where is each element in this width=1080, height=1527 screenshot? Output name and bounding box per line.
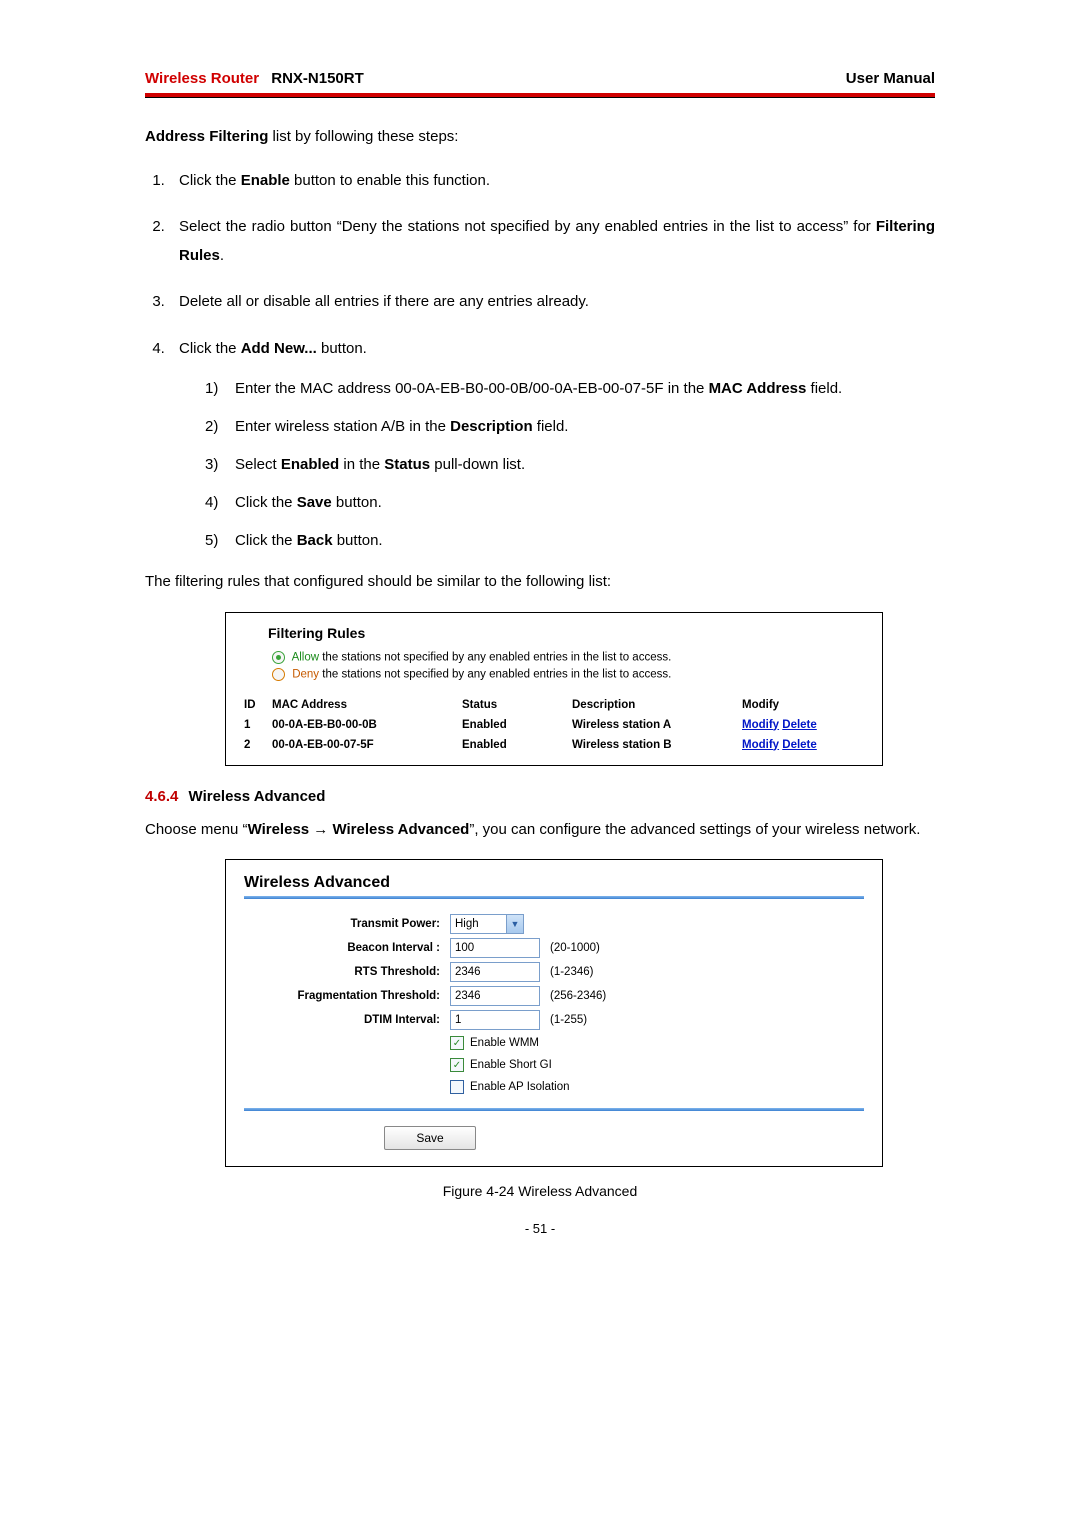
filtering-rules-figure: Filtering Rules Allow the stations not s…	[225, 612, 883, 766]
enable-ap-isolation-label: Enable AP Isolation	[470, 1081, 570, 1093]
radio-selected-icon	[272, 651, 285, 664]
enable-wmm-row[interactable]: ✓ Enable WMM	[244, 1034, 864, 1052]
substep-3: Select Enabled in the Status pull-down l…	[205, 453, 935, 477]
dtim-interval-label: DTIM Interval:	[244, 1014, 444, 1026]
enable-ap-isolation-row[interactable]: Enable AP Isolation	[244, 1078, 864, 1096]
step-2: Select the radio button “Deny the statio…	[169, 213, 935, 270]
beacon-interval-label: Beacon Interval :	[244, 942, 444, 954]
step-4: Click the Add New... button. Enter the M…	[169, 335, 935, 554]
rts-range: (1-2346)	[546, 966, 656, 978]
allow-radio-row[interactable]: Allow the stations not specified by any …	[272, 651, 864, 664]
step-3: Delete all or disable all entries if the…	[169, 288, 935, 317]
transmit-power-select[interactable]: High ▼	[450, 914, 524, 934]
col-mac: MAC Address	[272, 695, 462, 715]
substeps-list: Enter the MAC address 00-0A-EB-B0-00-0B/…	[179, 377, 935, 553]
brand-label: Wireless Router	[145, 70, 259, 87]
page-number: - 51 -	[145, 1221, 935, 1236]
frag-threshold-input[interactable]: 2346	[450, 986, 540, 1006]
frag-threshold-label: Fragmentation Threshold:	[244, 990, 444, 1002]
modify-link[interactable]: Modify	[742, 739, 779, 751]
section-title: Wireless Advanced	[189, 788, 326, 805]
step-1: Click the Enable button to enable this f…	[169, 167, 935, 196]
header-rule	[145, 93, 935, 98]
manual-label: User Manual	[846, 70, 935, 87]
col-id: ID	[244, 695, 272, 715]
radio-unselected-icon	[272, 668, 285, 681]
intro-line: Address Filtering list by following thes…	[145, 126, 935, 149]
save-button[interactable]: Save	[384, 1126, 476, 1150]
dropdown-arrow-icon: ▼	[506, 915, 523, 933]
frag-range: (256-2346)	[546, 990, 656, 1002]
page-header: Wireless Router RNX-N150RT User Manual	[145, 70, 935, 93]
substep-2: Enter wireless station A/B in the Descri…	[205, 415, 935, 439]
col-desc: Description	[572, 695, 742, 715]
beacon-range: (20-1000)	[546, 942, 656, 954]
modify-link[interactable]: Modify	[742, 719, 779, 731]
filtering-table: ID MAC Address Status Description Modify…	[244, 695, 864, 755]
mid-text: The filtering rules that configured shou…	[145, 571, 935, 594]
model-label: RNX-N150RT	[271, 70, 364, 87]
rts-threshold-label: RTS Threshold:	[244, 966, 444, 978]
table-row: 2 00-0A-EB-00-07-5F Enabled Wireless sta…	[244, 735, 864, 755]
beacon-interval-input[interactable]: 100	[450, 938, 540, 958]
dtim-interval-input[interactable]: 1	[450, 1010, 540, 1030]
enable-short-gi-label: Enable Short GI	[470, 1059, 552, 1071]
wireless-advanced-title: Wireless Advanced	[244, 874, 864, 892]
checkbox-unchecked-icon	[450, 1080, 464, 1094]
steps-list: Click the Enable button to enable this f…	[145, 167, 935, 554]
address-filtering-label: Address Filtering	[145, 128, 268, 145]
enable-wmm-label: Enable WMM	[470, 1037, 539, 1049]
section-paragraph: Choose menu “Wireless → Wireless Advance…	[145, 819, 935, 842]
delete-link[interactable]: Delete	[782, 739, 817, 751]
filtering-rules-title: Filtering Rules	[268, 625, 864, 641]
section-heading: 4.6.4 Wireless Advanced	[145, 788, 935, 805]
substep-1: Enter the MAC address 00-0A-EB-B0-00-0B/…	[205, 377, 935, 401]
delete-link[interactable]: Delete	[782, 719, 817, 731]
checkbox-checked-icon: ✓	[450, 1036, 464, 1050]
blue-rule	[244, 896, 864, 902]
wireless-advanced-figure: Wireless Advanced Transmit Power: High ▼…	[225, 859, 883, 1167]
checkbox-checked-icon: ✓	[450, 1058, 464, 1072]
table-row: 1 00-0A-EB-B0-00-0B Enabled Wireless sta…	[244, 715, 864, 735]
section-number: 4.6.4	[145, 788, 178, 805]
substep-5: Click the Back button.	[205, 529, 935, 553]
enable-short-gi-row[interactable]: ✓ Enable Short GI	[244, 1056, 864, 1074]
transmit-power-label: Transmit Power:	[244, 918, 444, 930]
deny-radio-row[interactable]: Deny the stations not specified by any e…	[272, 668, 864, 681]
dtim-range: (1-255)	[546, 1014, 656, 1026]
figure-caption: Figure 4-24 Wireless Advanced	[145, 1183, 935, 1199]
substep-4: Click the Save button.	[205, 491, 935, 515]
rts-threshold-input[interactable]: 2346	[450, 962, 540, 982]
col-status: Status	[462, 695, 572, 715]
blue-rule	[244, 1108, 864, 1114]
col-modify: Modify	[742, 695, 864, 715]
